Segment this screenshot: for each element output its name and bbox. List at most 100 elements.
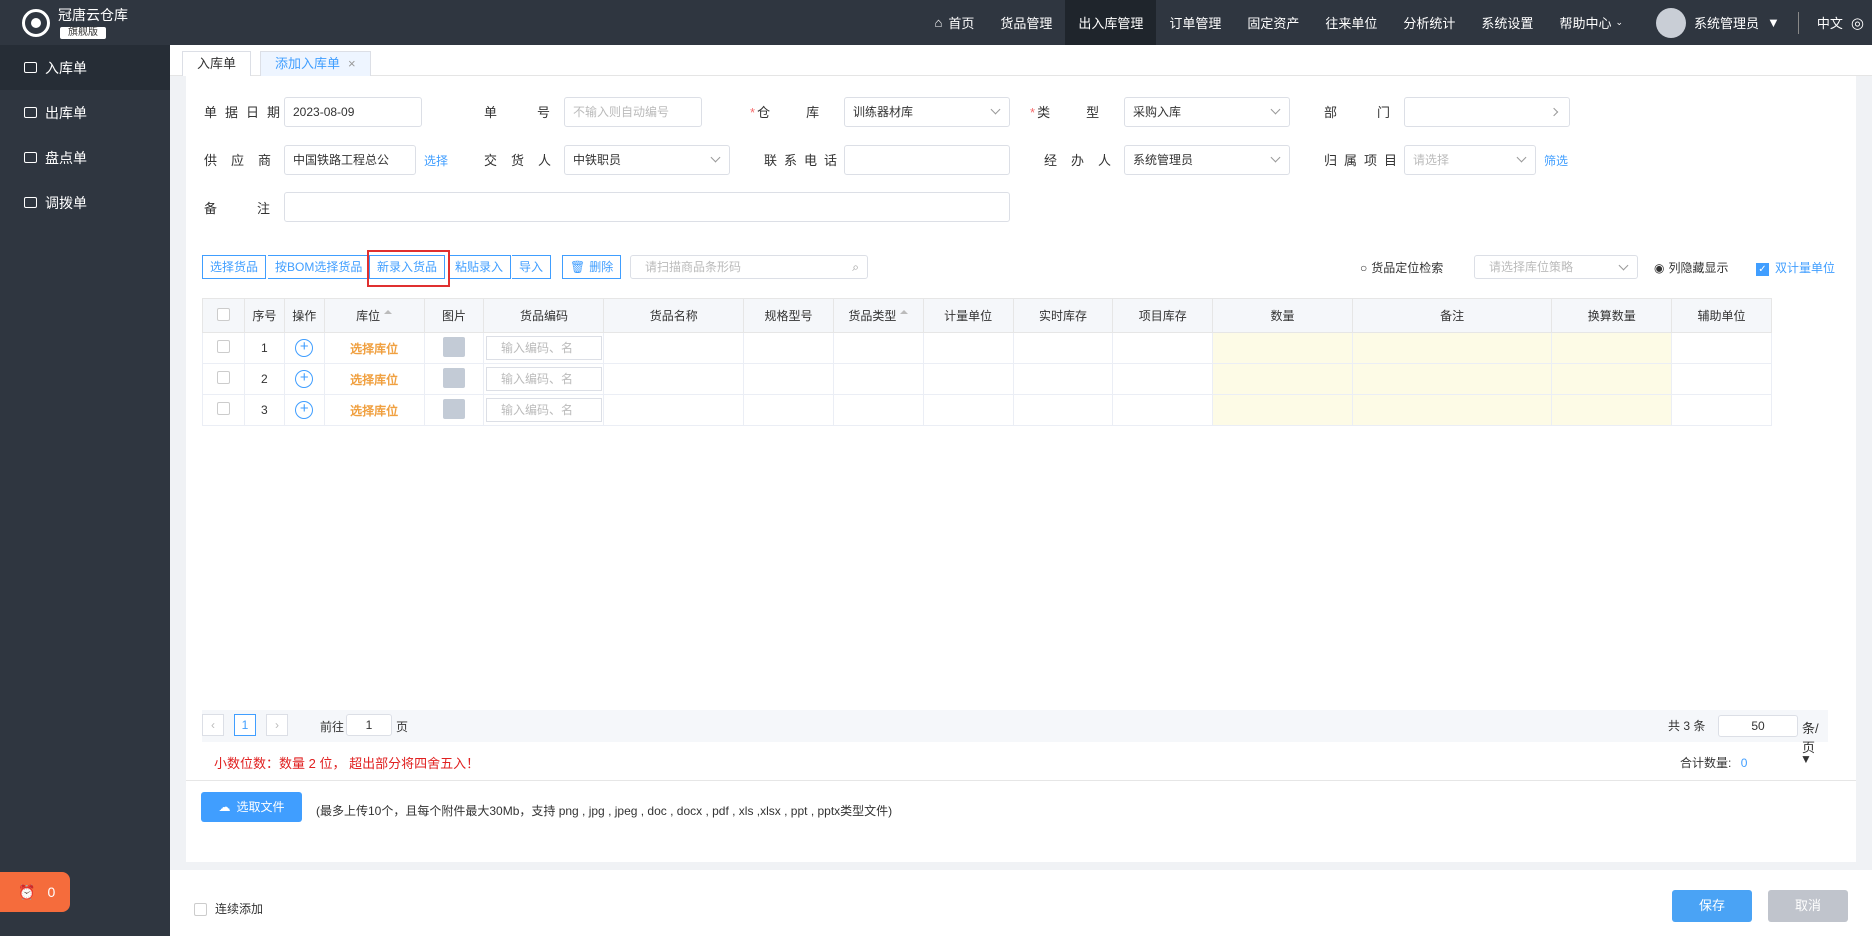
nav-analytics[interactable]: 分析统计 — [1390, 0, 1468, 45]
continue-add-checkbox[interactable]: 连续添加 — [194, 900, 263, 917]
col-header-type[interactable]: 货品类型 — [832, 298, 924, 333]
project-select[interactable]: 请选择 — [1404, 145, 1536, 175]
quantity-cell[interactable] — [1212, 332, 1353, 364]
converted-qty-cell[interactable] — [1551, 394, 1673, 426]
cancel-button[interactable]: 取消 — [1768, 890, 1848, 922]
caret-down-icon[interactable]: ▼ — [1800, 752, 1812, 766]
page-size-select[interactable]: 50 — [1718, 715, 1798, 737]
tab-add-inbound[interactable]: 添加入库单 × — [260, 51, 371, 76]
nav-orders[interactable]: 订单管理 — [1156, 0, 1234, 45]
import-button[interactable]: 导入 — [512, 255, 552, 279]
goods-code-cell[interactable]: 输入编码、名 — [483, 332, 605, 364]
choose-file-button[interactable]: ☁ 选取文件 — [201, 792, 302, 822]
save-button[interactable]: 保存 — [1672, 890, 1752, 922]
locate-goods-search[interactable]: ○ 货品定位检索 — [1360, 259, 1443, 276]
nav-help[interactable]: 帮助中心 ⌄ — [1546, 0, 1636, 45]
remark-cell[interactable] — [1351, 332, 1553, 364]
checkbox[interactable] — [216, 371, 230, 384]
nav-home[interactable]: ⌂ 首页 — [921, 0, 987, 45]
row-action[interactable]: + — [283, 363, 325, 395]
goods-code-input[interactable]: 输入编码、名 — [485, 398, 602, 422]
converted-qty-cell[interactable] — [1551, 363, 1673, 395]
nav-partners[interactable]: 往来单位 — [1312, 0, 1390, 45]
goods-code-input[interactable]: 输入编码、名 — [485, 336, 602, 360]
supplier-select-link[interactable]: 选择 — [424, 152, 448, 169]
goods-image-cell[interactable] — [423, 394, 485, 426]
app-logo[interactable]: 冠唐云仓库 旗舰版 — [0, 0, 170, 45]
barcode-scan-input[interactable]: 请扫描商品条形码 ⌕ — [630, 255, 868, 279]
user-menu[interactable]: 系统管理员 ▼ — [1636, 7, 1798, 38]
row-action[interactable]: + — [283, 332, 325, 364]
add-circle-icon[interactable]: + — [295, 401, 314, 419]
row-select[interactable] — [202, 394, 245, 426]
nav-assets[interactable]: 固定资产 — [1234, 0, 1312, 45]
sidebar-item-inbound[interactable]: 入库单 — [0, 45, 170, 90]
image-placeholder-icon — [443, 336, 466, 357]
select-location-link[interactable]: 选择库位 — [323, 332, 425, 364]
supplier-field[interactable]: 中国铁路工程总公 — [284, 145, 416, 175]
quantity-cell[interactable] — [1212, 363, 1353, 395]
goods-code-cell[interactable]: 输入编码、名 — [483, 363, 605, 395]
paste-entry-button[interactable]: 粘贴录入 — [448, 255, 512, 279]
select-all-header[interactable] — [202, 298, 245, 333]
sidebar-item-outbound[interactable]: 出库单 — [0, 90, 170, 135]
goods-image-cell[interactable] — [423, 363, 485, 395]
warehouse-select[interactable]: 训练器材库 — [844, 97, 1010, 127]
checkbox[interactable] — [216, 402, 230, 415]
dual-unit-checkbox[interactable]: ✓ 双计量单位 — [1756, 259, 1835, 276]
location-strategy-select[interactable]: 请选择库位策略 — [1474, 255, 1638, 279]
checkbox[interactable] — [216, 307, 230, 321]
table-row: 3 + 选择库位 输入编码、名 — [202, 394, 1772, 426]
nav-inout[interactable]: 出入库管理 — [1065, 0, 1157, 45]
checkbox[interactable] — [216, 340, 230, 353]
row-number: 3 — [243, 394, 285, 426]
tab-inbound-list[interactable]: 入库单 — [182, 51, 252, 76]
aux-unit-cell — [1671, 394, 1772, 426]
nav-settings[interactable]: 系统设置 — [1468, 0, 1546, 45]
type-select[interactable]: 采购入库 — [1124, 97, 1290, 127]
chevron-down-icon: ⌄ — [1615, 17, 1623, 27]
goods-code-input[interactable]: 输入编码、名 — [485, 367, 602, 391]
unit-cell — [922, 363, 1014, 395]
remark-input[interactable] — [284, 192, 1010, 222]
close-icon[interactable]: × — [348, 56, 356, 71]
date-field[interactable]: 2023-08-09 — [284, 97, 422, 127]
select-goods-button[interactable]: 选择货品 — [202, 255, 267, 279]
next-page-button[interactable]: › — [266, 714, 288, 736]
column-visibility-toggle[interactable]: ◉ 列隐藏显示 — [1654, 259, 1729, 276]
checkbox-checked-icon: ✓ — [1756, 263, 1769, 276]
folder-icon — [24, 197, 37, 208]
nav-goods[interactable]: 货品管理 — [987, 0, 1065, 45]
phone-input[interactable] — [844, 145, 1010, 175]
language-switch[interactable]: 中文 ◎ — [1809, 0, 1872, 45]
remark-cell[interactable] — [1351, 394, 1553, 426]
bom-select-button[interactable]: 按BOM选择货品 — [268, 255, 371, 279]
goto-page-input[interactable]: 1 — [346, 714, 392, 736]
add-circle-icon[interactable]: + — [295, 370, 314, 388]
goods-code-cell[interactable]: 输入编码、名 — [483, 394, 605, 426]
add-circle-icon[interactable]: + — [295, 339, 314, 357]
select-location-link[interactable]: 选择库位 — [323, 363, 425, 395]
sidebar-item-transfer[interactable]: 调拨单 — [0, 180, 170, 225]
delete-button[interactable]: 🗑 删除 — [562, 255, 622, 279]
quantity-cell[interactable] — [1212, 394, 1353, 426]
remark-cell[interactable] — [1351, 363, 1553, 395]
prev-page-button[interactable]: ‹ — [202, 714, 224, 736]
deliverer-select[interactable]: 中铁职员 — [564, 145, 730, 175]
row-action[interactable]: + — [283, 394, 325, 426]
doc-number-input[interactable]: 不输入则自动编号 — [564, 97, 702, 127]
goods-image-cell[interactable] — [423, 332, 485, 364]
row-select[interactable] — [202, 332, 245, 364]
page-number[interactable]: 1 — [234, 714, 256, 736]
project-filter-link[interactable]: 筛选 — [1544, 152, 1568, 169]
sidebar-item-stocktake[interactable]: 盘点单 — [0, 135, 170, 180]
notification-badge[interactable]: ⏰ 0 — [0, 872, 70, 912]
handler-select[interactable]: 系统管理员 — [1124, 145, 1290, 175]
col-header-location[interactable]: 库位 — [323, 298, 425, 333]
select-location-link[interactable]: 选择库位 — [323, 394, 425, 426]
dept-select[interactable] — [1404, 97, 1570, 127]
converted-qty-cell[interactable] — [1551, 332, 1673, 364]
row-select[interactable] — [202, 363, 245, 395]
col-header: 实时库存 — [1012, 298, 1114, 333]
checkbox[interactable] — [194, 903, 207, 917]
